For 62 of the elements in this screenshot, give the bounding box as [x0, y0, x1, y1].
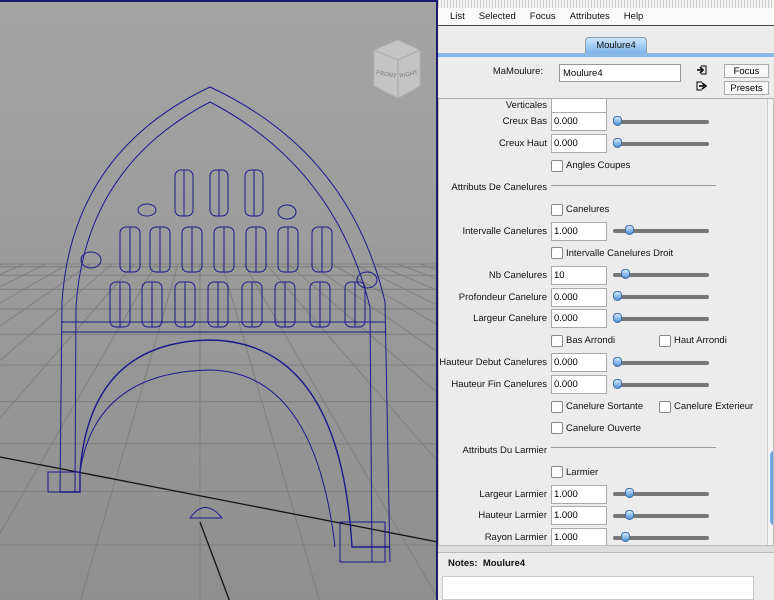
- menu-item[interactable]: Focus: [530, 10, 556, 23]
- checkbox[interactable]: Angles Coupes: [551, 160, 659, 172]
- checkbox[interactable]: Bas Arrondi: [551, 334, 659, 347]
- splitter-handle[interactable]: [438, 546, 774, 553]
- menu-item[interactable]: Selected: [478, 10, 516, 23]
- attribute-label: Hauteur Larmier: [477, 510, 548, 522]
- attribute-label: Largeur Canelure: [472, 313, 548, 324]
- menu-item[interactable]: Attributes: [570, 10, 610, 23]
- value-field[interactable]: [551, 99, 607, 113]
- slider-thumb[interactable]: [613, 291, 622, 302]
- notes-heading: Notes: Moulure4: [447, 557, 526, 571]
- value-field[interactable]: 1.000: [551, 528, 607, 545]
- value-field[interactable]: 0.000: [551, 112, 607, 132]
- value-field[interactable]: 1.000: [551, 484, 607, 504]
- attribute-label: Creux Haut: [498, 138, 548, 150]
- slider-thumb[interactable]: [620, 269, 630, 280]
- section-heading: Attributs Du Larmier: [462, 444, 548, 456]
- value-field[interactable]: 1.000: [551, 222, 607, 241]
- attribute-label: Nb Canelures: [488, 270, 548, 281]
- slider-thumb[interactable]: [613, 378, 622, 389]
- attribute-label: Hauteur Fin Canelures: [450, 379, 548, 390]
- slider-thumb[interactable]: [625, 488, 634, 498]
- checkbox[interactable]: Canelure Sortante: [551, 400, 659, 413]
- attribute-label: Rayon Larmier: [484, 532, 548, 544]
- name-field[interactable]: Moulure4: [559, 64, 681, 82]
- panel-button[interactable]: Presets: [724, 81, 769, 95]
- attribute-label: Intervalle Canelures: [462, 226, 548, 237]
- checkbox[interactable]: Canelures: [551, 204, 659, 216]
- slider-thumb[interactable]: [620, 532, 630, 542]
- value-field[interactable]: 10: [551, 266, 607, 285]
- checkbox[interactable]: Larmier: [551, 466, 659, 478]
- export-icon[interactable]: [696, 81, 707, 91]
- slider-thumb[interactable]: [625, 510, 634, 520]
- value-field[interactable]: 0.000: [551, 309, 607, 328]
- value-field[interactable]: 0.000: [551, 353, 607, 372]
- slider-thumb[interactable]: [613, 116, 622, 126]
- menu-item[interactable]: List: [450, 10, 465, 23]
- checkbox[interactable]: Intervalle Canelures Droit: [551, 247, 674, 260]
- attribute-label: Largeur Larmier: [478, 488, 548, 500]
- scrollbar[interactable]: [767, 99, 773, 545]
- import-icon[interactable]: [696, 65, 707, 75]
- checkbox[interactable]: Haut Arrondi: [659, 334, 767, 347]
- slider-thumb[interactable]: [613, 312, 622, 323]
- value-field[interactable]: 1.000: [551, 506, 607, 526]
- tab[interactable]: Moulure4: [585, 37, 647, 53]
- section-heading: Attributs De Canelures: [450, 182, 548, 194]
- name-label: MaMoulure:: [492, 65, 543, 77]
- attribute-label: Creux Bas: [502, 116, 548, 128]
- checkbox[interactable]: Canelure Exterieur: [659, 400, 767, 413]
- value-field[interactable]: 0.000: [551, 288, 607, 307]
- notes-field[interactable]: [442, 576, 754, 600]
- attribute-label: Profondeur Canelure: [458, 292, 548, 303]
- panel-button[interactable]: Focus: [724, 64, 769, 78]
- menu-item[interactable]: Help: [624, 10, 644, 23]
- value-field[interactable]: 0.000: [551, 375, 607, 394]
- checkbox[interactable]: Canelure Ouverte: [551, 422, 659, 434]
- slider-thumb[interactable]: [625, 225, 634, 236]
- slider-thumb[interactable]: [613, 138, 622, 148]
- value-field[interactable]: 0.000: [551, 134, 607, 154]
- attribute-label: Hauteur Debut Canelures: [439, 357, 548, 368]
- attribute-label: Verticales: [504, 100, 548, 111]
- slider-thumb[interactable]: [613, 356, 622, 367]
